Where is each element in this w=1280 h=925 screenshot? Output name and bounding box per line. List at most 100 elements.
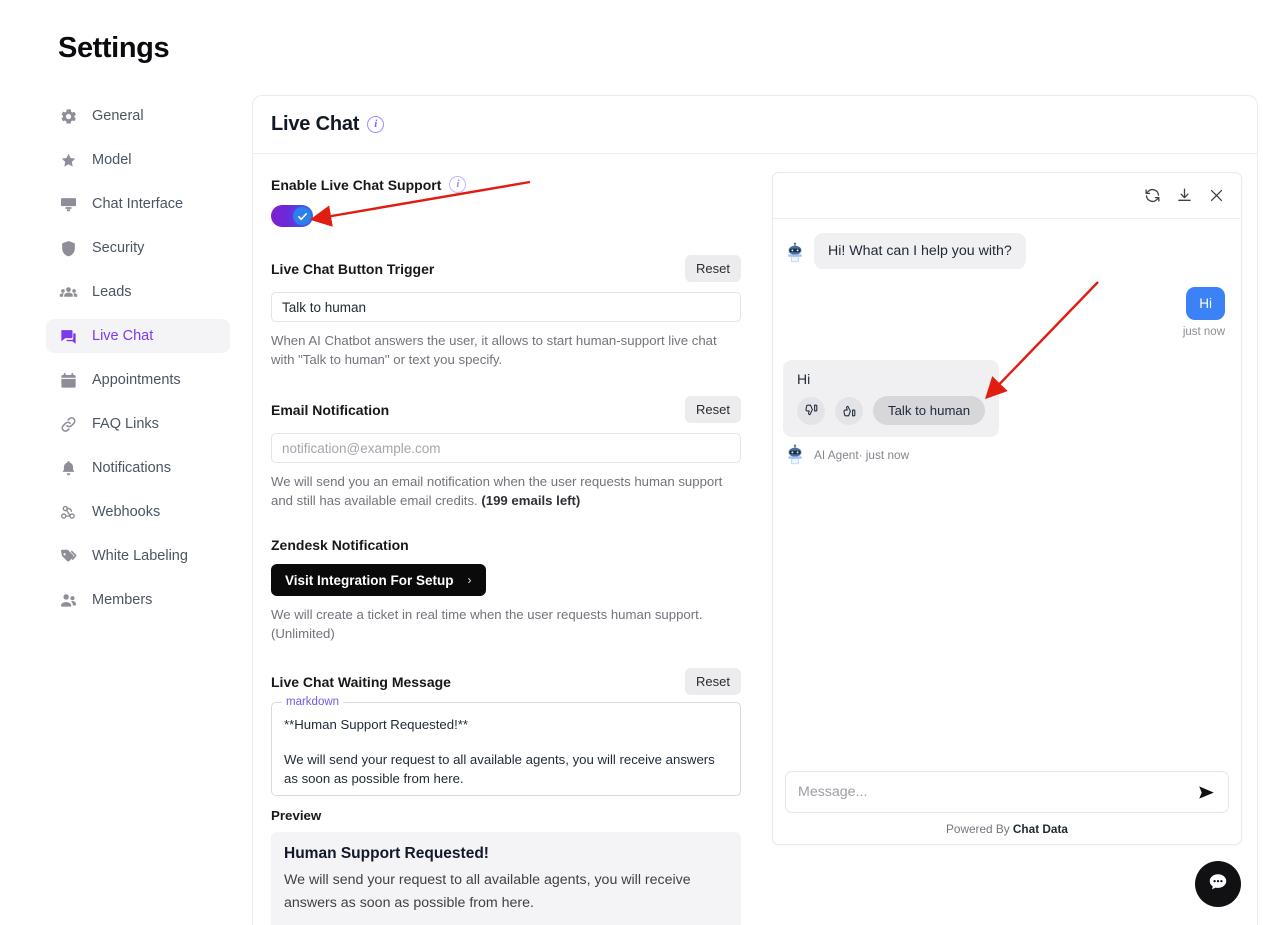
email-reset-button[interactable]: Reset	[685, 396, 741, 423]
sidebar-item-label: Chat Interface	[92, 196, 184, 212]
sidebar-item-notifications[interactable]: Notifications	[46, 451, 230, 485]
sidebar-nav: General Model Chat Interface Security Le…	[46, 99, 230, 627]
bot-avatar	[783, 241, 807, 265]
chat-dots-icon	[1207, 871, 1229, 898]
toggle-knob	[293, 207, 311, 225]
email-help-text: We will send you an email notification w…	[271, 472, 741, 510]
send-icon[interactable]	[1197, 783, 1216, 802]
agent-actions: Talk to human	[797, 396, 986, 425]
trigger-reset-button[interactable]: Reset	[685, 255, 741, 282]
trigger-input[interactable]	[271, 292, 741, 322]
sidebar-item-label: Notifications	[92, 460, 171, 476]
enable-info-icon[interactable]: i	[449, 176, 467, 193]
chevron-right-icon: ›	[467, 573, 472, 587]
chat-messages: Hi! What can I help you with? Hi just no…	[773, 219, 1241, 771]
sidebar-item-label: General	[92, 108, 144, 124]
zendesk-label-row: Zendesk Notification	[271, 537, 741, 553]
message-input[interactable]	[798, 784, 1197, 800]
sidebar-item-general[interactable]: General	[46, 99, 230, 133]
enable-live-chat-toggle[interactable]	[271, 205, 313, 227]
chat-widget-header	[773, 173, 1241, 219]
webhook-icon	[58, 502, 78, 522]
talk-to-human-button[interactable]: Talk to human	[873, 396, 986, 425]
thumbs-down-icon[interactable]	[797, 396, 825, 425]
enable-live-chat-row: Enable Live Chat Support i	[271, 176, 741, 193]
user-message-timestamp: just now	[1182, 326, 1225, 338]
trigger-help-text: When AI Chatbot answers the user, it all…	[271, 333, 717, 367]
sidebar-item-members[interactable]: Members	[46, 583, 230, 617]
info-icon[interactable]: i	[367, 116, 385, 133]
sidebar: Settings General Model Chat Interface Se…	[0, 0, 252, 925]
powered-by: Powered By Chat Data	[785, 822, 1229, 836]
email-label-row: Email Notification Reset	[271, 396, 741, 423]
agent-avatar	[783, 443, 807, 467]
card-header: Live Chat i	[253, 96, 1257, 154]
trigger-label-row: Live Chat Button Trigger Reset	[271, 255, 741, 282]
monitor-icon	[58, 194, 78, 214]
sidebar-item-label: Live Chat	[92, 328, 154, 344]
sidebar-item-label: Webhooks	[92, 504, 161, 520]
chat-widget-preview: Hi! What can I help you with? Hi just no…	[772, 172, 1242, 845]
sidebar-item-label: Members	[92, 592, 153, 608]
zendesk-help-text: We will create a ticket in real time whe…	[271, 607, 703, 641]
sidebar-item-faq-links[interactable]: FAQ Links	[46, 407, 230, 441]
sidebar-item-live-chat[interactable]: Live Chat	[46, 319, 230, 353]
refresh-icon[interactable]	[1144, 187, 1161, 204]
thumbs-up-icon[interactable]	[835, 396, 863, 425]
link-icon	[58, 414, 78, 434]
powered-prefix: Powered By	[946, 822, 1013, 836]
chat-widget-footer: Powered By Chat Data	[773, 771, 1241, 844]
waiting-markdown-line1: **Human Support Requested!**	[284, 717, 469, 732]
shield-icon	[58, 238, 78, 258]
calendar-icon	[58, 370, 78, 390]
download-icon[interactable]	[1176, 187, 1193, 204]
live-chat-settings-card: Live Chat i Enable Live Chat Support i L…	[252, 95, 1258, 925]
email-input[interactable]	[271, 433, 741, 463]
gear-icon	[58, 106, 78, 126]
members-icon	[58, 590, 78, 610]
chat-fab-button[interactable]	[1195, 861, 1241, 907]
agent-message-text: Hi	[797, 371, 811, 387]
sidebar-item-webhooks[interactable]: Webhooks	[46, 495, 230, 529]
sidebar-item-label: Model	[92, 152, 132, 168]
sidebar-item-leads[interactable]: Leads	[46, 275, 230, 309]
settings-page: Settings General Model Chat Interface Se…	[0, 0, 1280, 925]
waiting-preview-box: Human Support Requested! We will send yo…	[271, 832, 741, 925]
waiting-markdown-body: **Human Support Requested!** We will sen…	[272, 703, 740, 789]
enable-live-chat-text: Enable Live Chat Support	[271, 176, 442, 193]
visit-integration-button[interactable]: Visit Integration For Setup ›	[271, 564, 486, 596]
sidebar-item-chat-interface[interactable]: Chat Interface	[46, 187, 230, 221]
settings-column: Enable Live Chat Support i Live Chat But…	[271, 176, 741, 925]
close-icon[interactable]	[1208, 187, 1225, 204]
sidebar-item-white-labeling[interactable]: White Labeling	[46, 539, 230, 573]
waiting-markdown-editor[interactable]: markdown **Human Support Requested!** We…	[271, 696, 741, 796]
waiting-markdown-line2: We will send your request to all availab…	[284, 751, 715, 787]
people-icon	[58, 282, 78, 302]
markdown-legend: markdown	[282, 696, 344, 708]
agent-meta-text: AI Agent· just now	[814, 448, 910, 462]
sidebar-item-label: Leads	[92, 284, 132, 300]
bot-greeting-bubble: Hi! What can I help you with?	[814, 233, 1026, 269]
preview-heading: Human Support Requested!	[284, 845, 489, 862]
sidebar-item-label: FAQ Links	[92, 416, 159, 432]
message-input-wrapper[interactable]	[785, 771, 1229, 813]
enable-live-chat-label: Enable Live Chat Support i	[271, 176, 467, 193]
waiting-label: Live Chat Waiting Message	[271, 673, 451, 690]
sidebar-item-appointments[interactable]: Appointments	[46, 363, 230, 397]
sidebar-item-label: Security	[92, 240, 145, 256]
bell-icon	[58, 458, 78, 478]
page-title: Settings	[58, 32, 170, 64]
sidebar-item-security[interactable]: Security	[46, 231, 230, 265]
sidebar-item-label: Appointments	[92, 372, 181, 388]
sidebar-item-model[interactable]: Model	[46, 143, 230, 177]
bot-greeting-row: Hi! What can I help you with?	[783, 233, 1225, 269]
tag-icon	[58, 546, 78, 566]
email-credits-count: (199 emails left)	[481, 493, 581, 508]
card-title: Live Chat	[271, 113, 360, 135]
email-label: Email Notification	[271, 401, 390, 418]
chat-bubbles-icon	[58, 326, 78, 346]
user-message-bubble: Hi	[1186, 287, 1225, 320]
zendesk-label: Zendesk Notification	[271, 537, 409, 553]
waiting-reset-button[interactable]: Reset	[685, 668, 741, 695]
waiting-label-row: Live Chat Waiting Message Reset	[271, 668, 741, 695]
